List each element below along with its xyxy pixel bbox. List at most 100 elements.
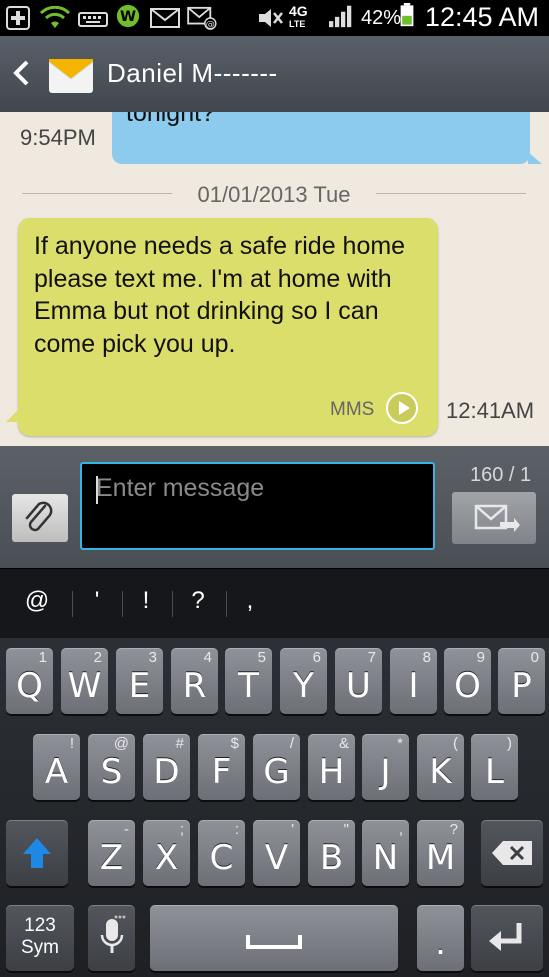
key-label: V [264,838,289,878]
outgoing-message-bubble[interactable]: Sup buddy? You guys out tonight? [112,112,542,164]
key-secondary-label: / [289,735,294,752]
key-i[interactable]: 8I [390,648,437,714]
period-key[interactable]: . [417,905,464,971]
key-a[interactable]: ! A [33,734,80,800]
send-button[interactable] [452,492,536,544]
enter-key[interactable] [471,905,543,971]
symbol-key-apostrophe[interactable]: ' [82,587,112,615]
mail-icon [150,8,180,28]
incoming-message-text: If anyone needs a safe ride home please … [34,232,406,358]
key-secondary-label: 5 [257,649,266,666]
status-bar: W @ 4G LTE 42% 12:45 AM [0,0,549,36]
key-w[interactable]: 2W [61,648,108,714]
key-secondary-label: " [343,821,349,838]
key-r[interactable]: 4R [171,648,218,714]
key-e[interactable]: 3E [116,648,163,714]
key-secondary-label: 8 [422,649,431,666]
key-secondary-label: ! [69,735,74,752]
key-secondary-label: , [398,821,403,838]
key-h[interactable]: & H [308,734,355,800]
key-label: U [346,666,371,706]
mute-icon [259,9,283,27]
key-secondary-label: 6 [312,649,321,666]
battery-percent: 42% [361,7,402,29]
keyboard: 1Q 2W 3E 4R 5T 6Y 7U 8I 9O 0P ! A @ S # D $… [0,638,549,977]
symbol-key-at[interactable]: @ [22,587,52,615]
key-label: H [318,752,345,792]
key-n[interactable]: ,N [362,820,409,886]
character-counter: 160 / 1 [470,464,532,486]
key-s[interactable]: @ S [88,734,135,800]
svg-text:@: @ [206,19,215,30]
key-label: Q [16,666,43,706]
key-d[interactable]: # D [143,734,190,800]
key-secondary-label: 3 [148,649,157,666]
signal-icon [329,5,352,28]
play-icon[interactable] [386,392,418,424]
key-label: Y [293,666,314,706]
key-secondary-label: 2 [93,649,102,666]
backspace-key[interactable] [481,820,543,886]
symbols-key[interactable]: 123 Sym [6,905,74,971]
bubble-tail [528,152,542,164]
key-label: . [435,923,446,963]
key-label: X [154,838,179,878]
space-bar[interactable] [150,905,398,971]
symbol-key-question[interactable]: ? [183,587,213,615]
key-c[interactable]: :C [198,820,245,886]
key-b[interactable]: " B [308,820,355,886]
key-y[interactable]: 6Y [280,648,327,714]
key-q[interactable]: 1Q [6,648,53,714]
key-label: T [238,666,259,706]
voice-input-key[interactable] [88,905,135,971]
network-type-label: 4G LTE [289,3,308,29]
key-l[interactable]: ) L [471,734,518,800]
key-secondary-label: 0 [530,649,539,666]
message-input-placeholder: Enter message [96,474,265,502]
key-label: J [380,752,391,792]
symbol-divider [122,591,123,617]
incoming-message-bubble[interactable]: If anyone needs a safe ride home please … [6,218,438,436]
attach-button[interactable] [12,494,68,542]
key-label: I [408,666,419,706]
key-g[interactable]: / G [253,734,300,800]
wifi-icon [40,6,70,28]
key-label: G [263,752,290,792]
key-k[interactable]: (K [417,734,464,800]
key-j[interactable]: * J [362,734,409,800]
key-label: S [100,752,123,792]
quick-symbol-row: @ ' ! ? , [0,568,549,639]
key-secondary-label: 4 [203,649,212,666]
svg-text:W: W [120,8,136,25]
message-composer: Enter message 160 / 1 [0,446,549,568]
key-secondary-label: & [338,735,349,752]
whatsapp-icon: W [116,4,140,28]
key-u[interactable]: 7U [335,648,382,714]
incoming-message-time: 12:41AM [446,398,535,423]
key-secondary-label: # [175,735,184,752]
enter-arrow-icon [489,923,522,951]
key-x[interactable]: ; X [143,820,190,886]
key-label: Z [99,838,124,878]
microphone-icon [100,915,126,953]
key-m[interactable]: ? M [417,820,464,886]
key-label: P [511,666,532,706]
message-thread[interactable]: Sup buddy? You guys out tonight? 9:54PM … [0,112,549,446]
key-z[interactable]: -Z [88,820,135,886]
symbol-divider [172,591,173,617]
key-o[interactable]: 9O [444,648,491,714]
key-p[interactable]: 0P [498,648,545,714]
shift-key[interactable] [6,820,68,886]
back-arrow-icon[interactable] [10,58,32,88]
symbol-key-comma[interactable]: , [235,587,265,615]
key-secondary-label: ( [453,735,458,752]
symbol-key-exclamation[interactable]: ! [131,587,161,615]
key-f[interactable]: $ F [198,734,245,800]
message-input[interactable]: Enter message [80,462,435,550]
key-secondary-label: - [124,821,129,838]
key-label: B [319,838,344,878]
contact-envelope-icon[interactable] [47,51,95,99]
key-secondary-label: @ [113,735,129,752]
key-t[interactable]: 5T [225,648,272,714]
key-v[interactable]: ' V [253,820,300,886]
